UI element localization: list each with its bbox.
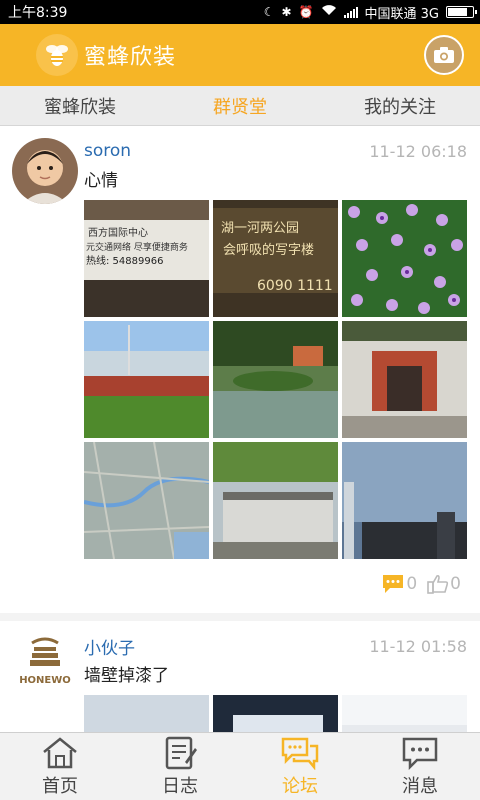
battery-fill [448,8,468,16]
image-grid: 西方国际中心 元交通网络 尽享便捷商务 热线: 54889966 湖一河两公园 … [84,200,467,559]
tab-mifeng[interactable]: 蜜蜂欣装 [0,86,160,125]
signal-icon [343,6,358,18]
post-header: HONEWO 小伙子 11-12 01:58 墙壁掉漆了 [12,633,467,732]
like-button[interactable]: 0 [427,574,461,594]
image-thumbnail[interactable] [342,442,467,559]
post-meta: 小伙子 11-12 01:58 [84,633,467,659]
bluetooth-icon: ✱ [281,5,292,19]
status-bar: 上午8:39 ☾ ✱ ⏰ 中国联通 3G [0,0,480,24]
billboard-text: 6090 1111 [257,278,333,294]
nav-label: 日志 [162,775,198,797]
post-body: 小伙子 11-12 01:58 墙壁掉漆了 [84,633,467,732]
logo-text: HONEWO [19,675,71,686]
camera-icon [434,47,454,63]
post-feed[interactable]: soron 11-12 06:18 心情 西方国际中心 元交通网络 尽享便捷商务 [0,126,480,732]
comment-count: 0 [406,574,418,594]
author-name[interactable]: soron [84,141,131,161]
image-thumbnail[interactable] [342,200,467,317]
screen: 上午8:39 ☾ ✱ ⏰ 中国联通 3G 蜜蜂欣装 蜜蜂欣装 群贤堂 我的关注 … [0,0,480,800]
post-actions: 0 0 [84,559,467,613]
moon-icon: ☾ [263,5,275,19]
nav-label: 首页 [42,775,78,797]
thumbs-up-icon [427,574,449,594]
bee-logo-icon [36,34,78,76]
alarm-icon: ⏰ [298,5,314,19]
nav-label: 消息 [402,775,438,797]
tab-bar: 蜜蜂欣装 群贤堂 我的关注 [0,86,480,126]
post-time: 11-12 01:58 [369,636,467,656]
billboard-text: 热线: 54889966 [86,254,163,267]
comment-icon [383,575,404,593]
post-content: 墙壁掉漆了 [84,666,169,686]
author-name[interactable]: 小伙子 [84,634,135,659]
image-thumbnail[interactable] [84,442,209,559]
image-thumbnail[interactable]: 西方国际中心 元交通网络 尽享便捷商务 热线: 54889966 [84,200,209,317]
forum-icon [281,737,319,770]
image-thumbnail[interactable] [342,321,467,438]
post-header: soron 11-12 06:18 心情 西方国际中心 元交通网络 尽享便捷商务 [12,138,467,613]
status-icons: ☾ ✱ ⏰ 中国联通 3G [263,3,477,22]
battery-icon [446,6,477,18]
nav-messages[interactable]: 消息 [360,733,480,800]
nav-home[interactable]: 首页 [0,733,120,800]
image-grid [84,695,467,732]
post-meta: soron 11-12 06:18 [84,138,467,164]
image-thumbnail[interactable] [213,695,338,732]
billboard-text: 湖一河两公园 [221,221,299,236]
app-header: 蜜蜂欣装 [0,24,480,86]
like-count: 0 [450,574,461,594]
tab-following[interactable]: 我的关注 [320,86,480,125]
post-body: soron 11-12 06:18 心情 西方国际中心 元交通网络 尽享便捷商务 [84,138,467,613]
post-card[interactable]: soron 11-12 06:18 心情 西方国际中心 元交通网络 尽享便捷商务 [0,126,480,613]
journal-icon [165,736,197,769]
billboard-text: 会呼吸的写字楼 [223,242,314,258]
nav-forum[interactable]: 论坛 [240,733,360,800]
post-card[interactable]: HONEWO 小伙子 11-12 01:58 墙壁掉漆了 [0,613,480,732]
nav-journal[interactable]: 日志 [120,733,240,800]
avatar[interactable] [12,138,78,204]
avatar[interactable]: HONEWO [12,633,78,699]
post-content: 心情 [84,171,118,191]
image-thumbnail[interactable]: 湖一河两公园 会呼吸的写字楼 6090 1111 [213,200,338,317]
message-icon [402,737,438,770]
nav-label: 论坛 [282,775,318,797]
post-time: 11-12 06:18 [369,141,467,161]
home-icon [43,736,77,768]
wifi-icon [321,4,337,20]
bottom-navigation: 首页 日志 论坛 消息 [0,732,480,800]
billboard-text: 西方国际中心 [88,226,148,239]
status-time: 上午8:39 [8,5,68,21]
brand: 蜜蜂欣装 [36,34,176,76]
app-title: 蜜蜂欣装 [84,45,177,70]
image-thumbnail[interactable] [213,442,338,559]
image-thumbnail[interactable] [84,695,209,732]
image-thumbnail[interactable] [342,695,467,732]
image-thumbnail[interactable] [84,321,209,438]
image-thumbnail[interactable] [213,321,338,438]
tab-qunxiantang[interactable]: 群贤堂 [160,86,320,125]
camera-button[interactable] [424,35,464,75]
comment-button[interactable]: 0 [381,574,417,594]
carrier-label: 中国联通 3G [364,6,439,22]
billboard-text: 元交通网络 尽享便捷商务 [86,241,188,253]
